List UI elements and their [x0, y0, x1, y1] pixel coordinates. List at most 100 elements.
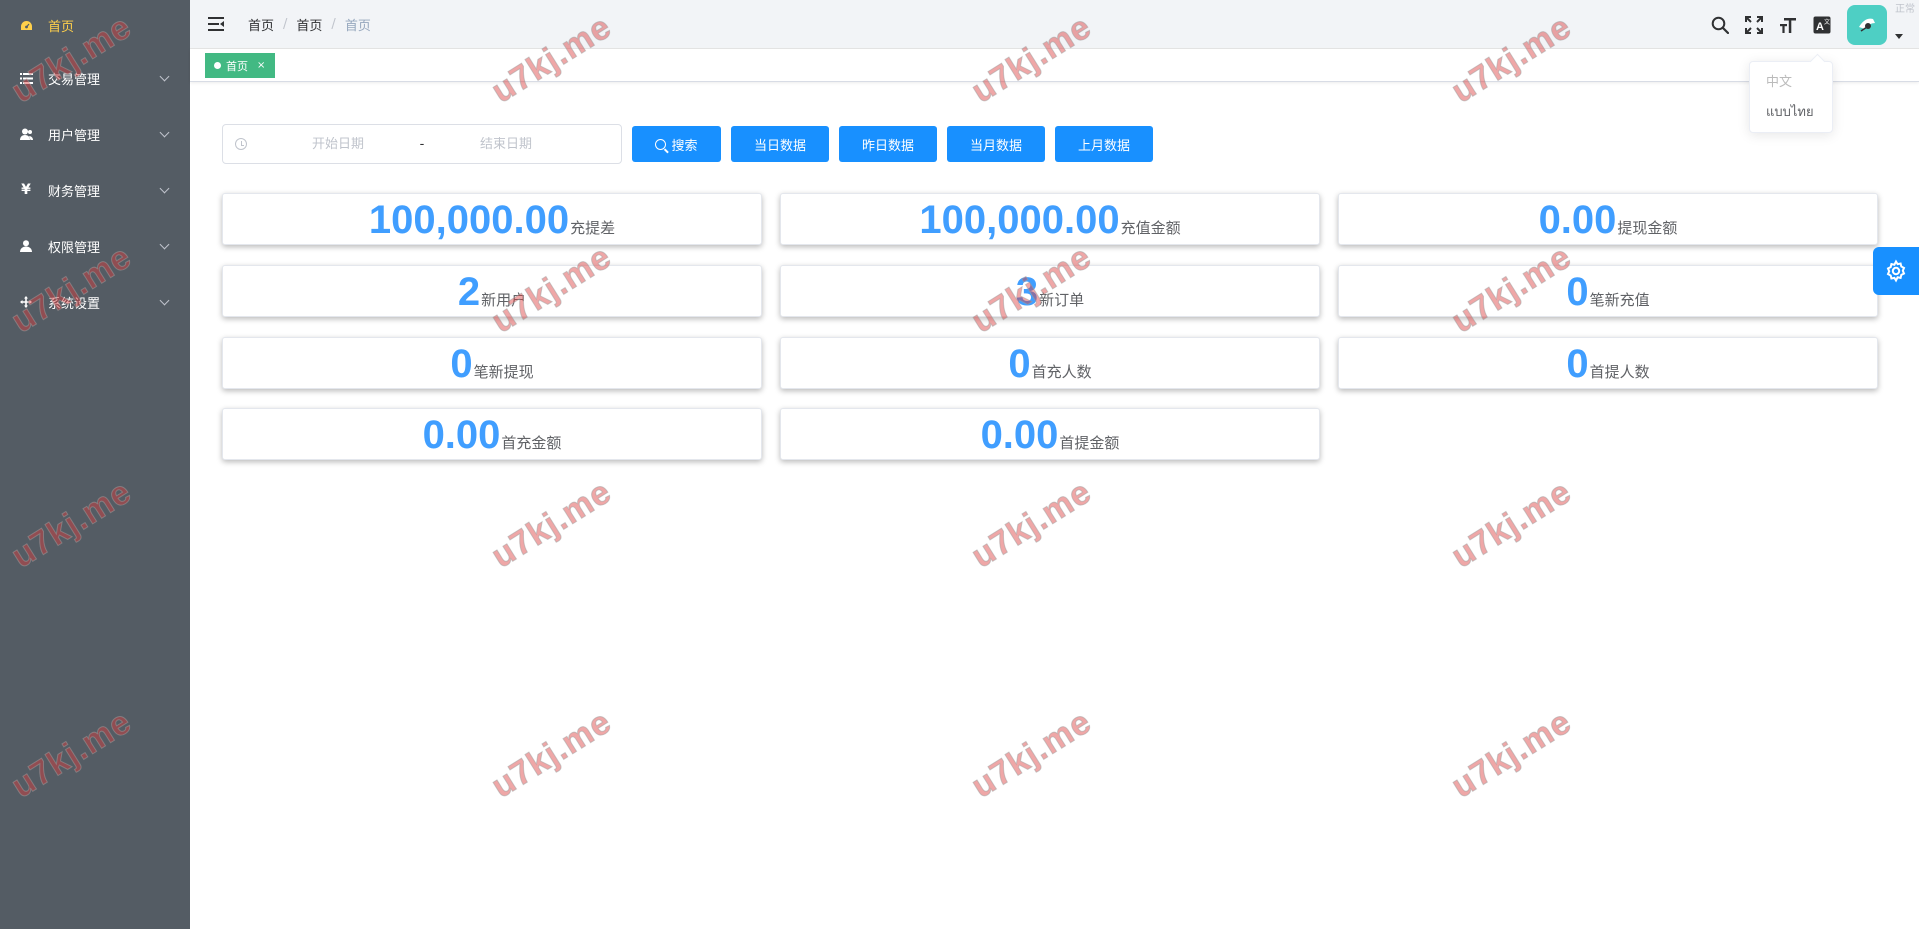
sidebar-item-label: 权限管理 — [48, 240, 101, 256]
clock-icon — [235, 138, 247, 150]
sidebar-item-users[interactable]: 用户管理 — [0, 106, 190, 162]
stat-card-recharge-amount: 100,000.00 充值金额 — [780, 193, 1320, 245]
fullscreen-icon[interactable] — [1737, 0, 1771, 49]
end-date-input[interactable] — [441, 136, 571, 152]
status-text: 正常 — [1895, 4, 1915, 15]
stat-card-first-withdraw-amount: 0.00 首提金额 — [780, 408, 1320, 460]
sidebar-item-label: 用户管理 — [48, 128, 101, 144]
yen-icon: ¥ — [21, 182, 31, 198]
language-option-thai[interactable]: แบบไทย — [1750, 98, 1832, 128]
list-icon — [18, 70, 34, 86]
date-separator: - — [419, 136, 425, 152]
close-icon[interactable]: × — [257, 60, 265, 71]
search-icon — [655, 138, 667, 150]
stat-label: 笔新充值 — [1589, 291, 1650, 309]
stat-label: 首充人数 — [1031, 363, 1092, 381]
this-month-data-button[interactable]: 当月数据 — [947, 126, 1045, 162]
tags-view: 首页 × — [190, 49, 1919, 82]
watermark: u7kj.me — [484, 472, 619, 576]
stat-label: 首充金额 — [501, 434, 562, 452]
tag-label: 首页 — [226, 59, 248, 73]
sidebar-item-home[interactable]: 首页 — [0, 0, 190, 50]
svg-text:文: 文 — [1824, 18, 1830, 26]
sidebar-item-transactions[interactable]: 交易管理 — [0, 50, 190, 106]
stat-label: 笔新提现 — [473, 363, 534, 381]
user-icon — [18, 238, 34, 254]
stat-value: 0.00 — [422, 413, 501, 457]
chevron-down-icon — [159, 295, 170, 306]
hamburger-icon[interactable] — [208, 17, 224, 31]
stat-label: 首提金额 — [1059, 434, 1120, 452]
sidebar-item-settings[interactable]: 系统设置 — [0, 274, 190, 330]
breadcrumb: 首页 / 首页 / 首页 — [248, 15, 371, 34]
sidebar-item-finance[interactable]: ¥ 财务管理 — [0, 162, 190, 218]
search-button[interactable]: 搜索 — [632, 126, 721, 162]
chevron-down-icon — [159, 239, 170, 250]
active-dot-icon — [214, 62, 221, 69]
stat-value: 2 — [457, 270, 481, 314]
sidebar-item-permissions[interactable]: 权限管理 — [0, 218, 190, 274]
translate-icon[interactable]: A文 — [1805, 0, 1839, 49]
sidebar-item-label: 系统设置 — [48, 296, 101, 312]
header-tools: A文 — [1703, 0, 1919, 49]
stat-label: 充提差 — [570, 219, 616, 237]
stat-card-new-orders: 3 新订单 — [780, 265, 1320, 317]
font-size-icon[interactable] — [1771, 0, 1805, 49]
watermark: u7kj.me — [1444, 702, 1579, 806]
stat-value: 0 — [1008, 342, 1031, 386]
stat-label: 新用户 — [481, 291, 527, 309]
gear-icon — [1886, 259, 1906, 283]
stat-value: 0.00 — [1538, 198, 1617, 242]
breadcrumb-item[interactable]: 首页 — [296, 15, 322, 34]
stat-label: 首提人数 — [1589, 363, 1650, 381]
watermark: u7kj.me — [1444, 472, 1579, 576]
last-month-data-button[interactable]: 上月数据 — [1055, 126, 1153, 162]
stat-card-first-recharge-users: 0 首充人数 — [780, 337, 1320, 389]
tag-home[interactable]: 首页 × — [205, 53, 276, 78]
search-icon[interactable] — [1703, 0, 1737, 49]
svg-text:A: A — [1816, 21, 1824, 33]
watermark: u7kj.me — [964, 702, 1099, 806]
dashboard-icon — [18, 17, 34, 33]
chevron-down-icon — [159, 183, 170, 194]
sidebar: 首页 交易管理 用户管理 ¥ 财务管理 权限管理 系统设置 — [0, 0, 190, 929]
chevron-down-icon — [159, 127, 170, 138]
users-icon — [18, 126, 34, 142]
stat-value: 0 — [1566, 342, 1589, 386]
stat-card-new-recharges: 0 笔新充值 — [1338, 265, 1878, 317]
watermark: u7kj.me — [484, 702, 619, 806]
stat-value: 3 — [1015, 270, 1039, 314]
sidebar-item-label: 首页 — [48, 19, 75, 35]
stat-card-recharge-withdraw-diff: 100,000.00 充提差 — [222, 193, 762, 245]
stat-card-withdraw-amount: 0.00 提现金额 — [1338, 193, 1878, 245]
settings-button[interactable] — [1873, 247, 1919, 295]
yesterday-data-button[interactable]: 昨日数据 — [839, 126, 937, 162]
breadcrumb-item-current: 首页 — [344, 18, 371, 34]
stat-value: 0.00 — [980, 413, 1059, 457]
language-dropdown: 中文 แบบไทย — [1749, 61, 1833, 133]
stat-value: 0 — [1566, 270, 1589, 314]
stat-label: 提现金额 — [1617, 219, 1678, 237]
stat-label: 充值金额 — [1120, 219, 1181, 237]
move-icon — [18, 294, 34, 310]
watermark: u7kj.me — [964, 472, 1099, 576]
stat-value: 0 — [450, 342, 473, 386]
today-data-button[interactable]: 当日数据 — [731, 126, 829, 162]
stat-card-new-withdrawals: 0 笔新提现 — [222, 337, 762, 389]
caret-down-icon[interactable] — [1895, 34, 1903, 39]
stat-card-first-recharge-amount: 0.00 首充金额 — [222, 408, 762, 460]
stat-label: 新订单 — [1039, 291, 1085, 309]
stat-value: 100,000.00 — [368, 198, 570, 242]
start-date-input[interactable] — [273, 136, 403, 152]
stat-card-first-withdraw-users: 0 首提人数 — [1338, 337, 1878, 389]
chevron-down-icon — [159, 71, 170, 82]
stat-value: 100,000.00 — [919, 198, 1120, 242]
date-range-picker[interactable]: - — [222, 124, 622, 164]
navbar: 首页 / 首页 / 首页 A文 正常 — [190, 0, 1919, 49]
avatar[interactable] — [1847, 4, 1887, 45]
stat-card-new-users: 2 新用户 — [222, 265, 762, 317]
language-option-chinese: 中文 — [1766, 75, 1793, 90]
breadcrumb-item[interactable]: 首页 — [248, 15, 274, 34]
sidebar-item-label: 财务管理 — [48, 184, 101, 200]
sidebar-item-label: 交易管理 — [48, 72, 101, 88]
